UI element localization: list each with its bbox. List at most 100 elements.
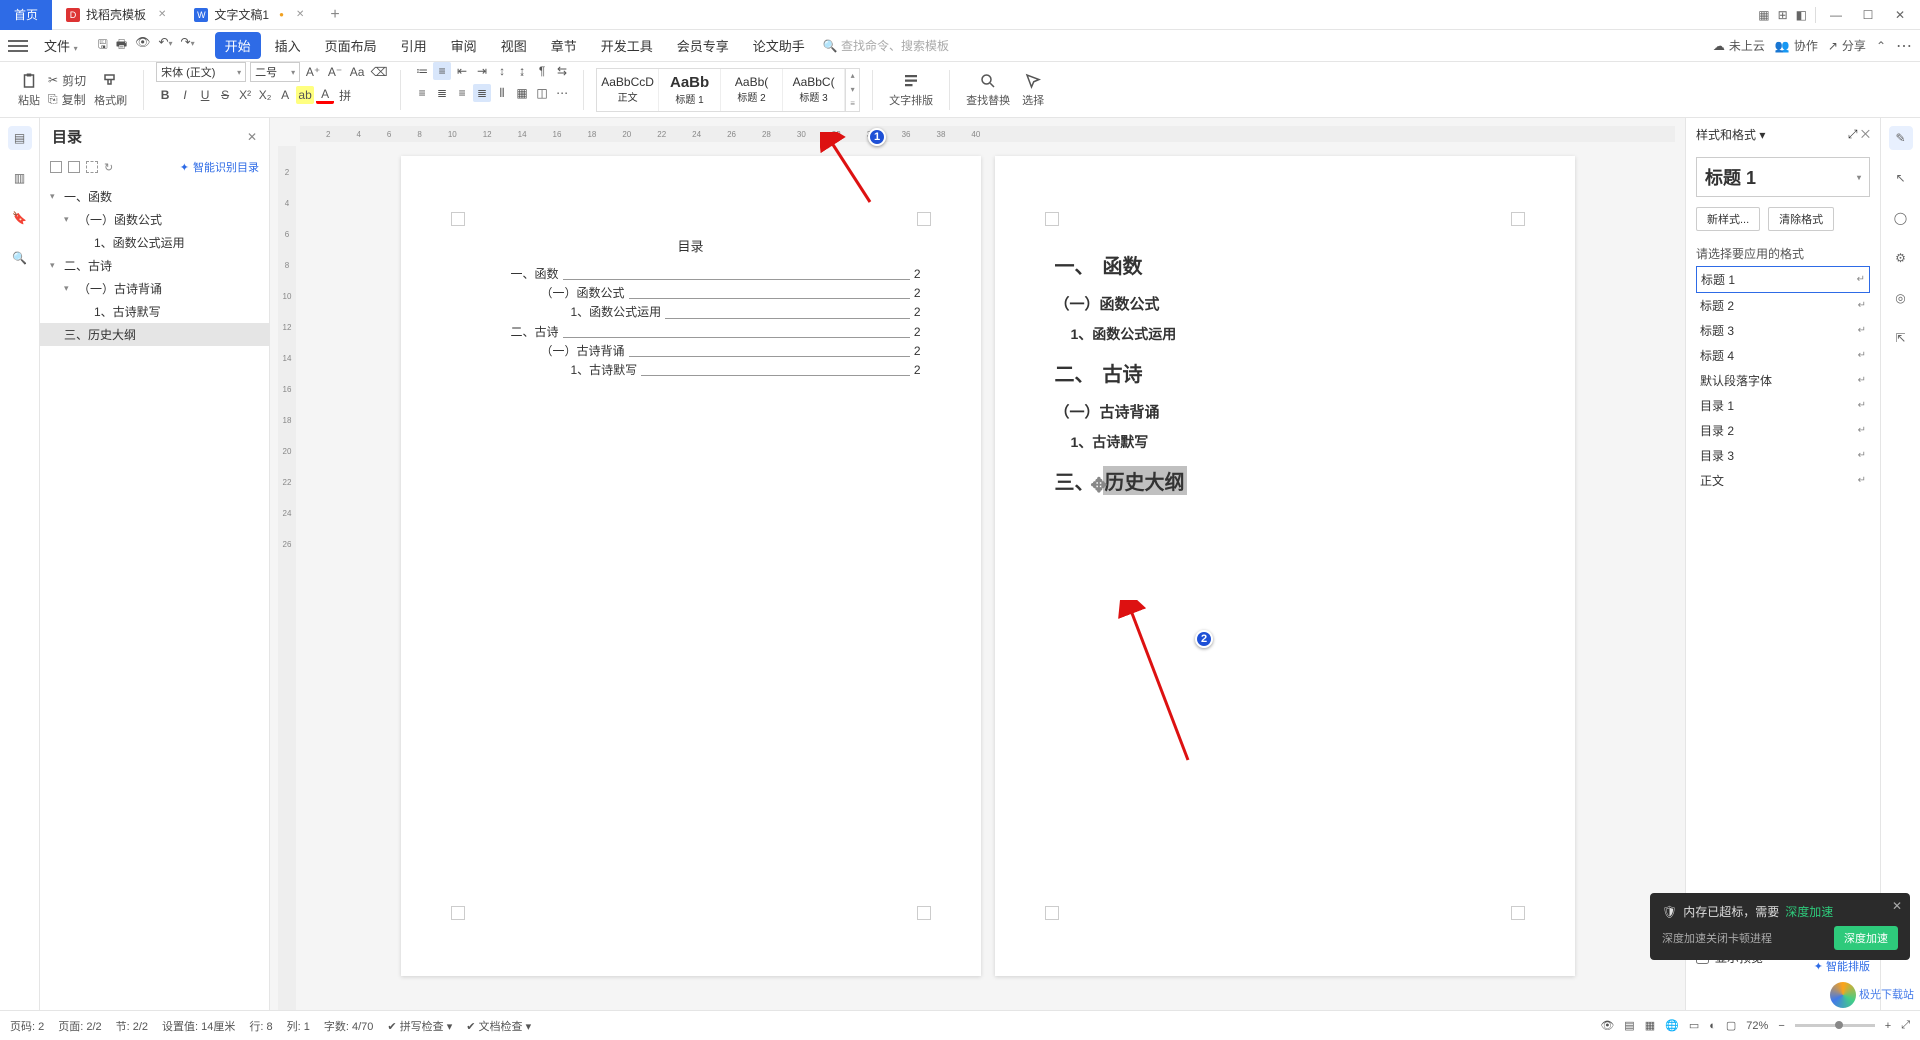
column[interactable]: 列: 1 [287, 1018, 310, 1034]
format-painter-button[interactable]: 格式刷 [90, 72, 131, 108]
style-heading1[interactable]: AaBb标题 1 [659, 69, 721, 111]
zoom-minus[interactable]: − [1778, 1020, 1784, 1032]
paragraph-handle-icon[interactable]: ✥ [1091, 473, 1107, 489]
font-size-select[interactable]: 二号▾ [250, 62, 300, 82]
refresh-icon[interactable]: ↻ [104, 161, 113, 174]
copy-button[interactable]: ⎘ 复制 [48, 91, 86, 108]
clear-format-button[interactable]: 清除格式 [1768, 207, 1834, 231]
preview-icon[interactable]: 👁 [135, 35, 150, 56]
hamburger-icon[interactable] [8, 40, 28, 52]
settings-icon[interactable]: ⚙ [1889, 246, 1913, 270]
more-icon[interactable]: ⋯ [1896, 36, 1912, 56]
new-style-button[interactable]: 新样式... [1696, 207, 1760, 231]
selected-text[interactable]: 历史大纲 [1103, 466, 1187, 495]
close-button[interactable]: ✕ [1888, 3, 1912, 27]
level-up-icon[interactable] [86, 161, 98, 173]
outline-item[interactable]: 1、函数公式运用 [40, 231, 269, 254]
style-list-item[interactable]: 标题 4↵ [1696, 343, 1870, 368]
distribute-button[interactable]: ⫴ [493, 84, 511, 102]
paste-button[interactable]: 粘贴 [14, 72, 44, 108]
close-icon[interactable]: ✕ [158, 9, 166, 20]
popout-icon[interactable]: ⤢ [1848, 127, 1858, 141]
show-marks-button[interactable]: ¶ [533, 62, 551, 80]
maximize-button[interactable]: ☐ [1856, 3, 1880, 27]
minimize-button[interactable]: — [1824, 3, 1848, 27]
close-icon[interactable]: ✕ [1892, 899, 1902, 913]
file-menu[interactable]: 文件 ▾ [36, 36, 86, 55]
section[interactable]: 节: 2/2 [116, 1018, 148, 1034]
bookmark-icon[interactable]: 🔖 [8, 206, 32, 230]
para-settings-button[interactable]: ⋯ [553, 84, 571, 102]
font-name-select[interactable]: 宋体 (正文)▾ [156, 62, 246, 82]
change-case-icon[interactable]: Aa [348, 63, 366, 81]
font-color-button[interactable]: A [316, 86, 334, 104]
superscript-button[interactable]: X² [236, 86, 254, 104]
indent-left-button[interactable]: ⇤ [453, 62, 471, 80]
select-button[interactable]: 选择 [1018, 72, 1048, 108]
sort-button[interactable]: ↕ [493, 62, 511, 80]
print-icon[interactable]: 🖶 [116, 35, 127, 56]
ribbon-tab-start[interactable]: 开始 [215, 32, 261, 59]
page-count[interactable]: 页面: 2/2 [58, 1018, 101, 1034]
toc-entry[interactable]: 1、古诗默写2 [571, 361, 921, 380]
close-icon[interactable]: ✕ [296, 9, 304, 20]
accelerate-button[interactable]: 深度加速 [1834, 926, 1898, 950]
ribbon-tab-dev[interactable]: 开发工具 [591, 32, 663, 59]
ribbon-tab-vip[interactable]: 会员专享 [667, 32, 739, 59]
command-search[interactable]: 🔍 查找命令、搜索模板 [817, 35, 955, 56]
page-1[interactable]: 目录 一、函数2（一）函数公式21、函数公式运用2二、古诗2（一）古诗背诵21、… [401, 156, 981, 976]
share-button[interactable]: ↗ 分享 [1828, 37, 1866, 54]
thumbnail-icon[interactable]: ▥ [8, 166, 32, 190]
page-2[interactable]: 一、函数 （一）函数公式 1、函数公式运用 二、古诗 （一）古诗背诵 1、古诗默… [995, 156, 1575, 976]
word-count[interactable]: 字数: 4/70 [324, 1018, 374, 1034]
cloud-status[interactable]: ☁ 未上云 [1713, 37, 1765, 54]
align-center-button[interactable]: ≣ [433, 84, 451, 102]
style-list-item[interactable]: 目录 2↵ [1696, 418, 1870, 443]
highlight-button[interactable]: ab [296, 86, 314, 104]
collapse-ribbon-icon[interactable]: ⌃ [1876, 39, 1886, 53]
align-justify-button[interactable]: ≣ [473, 84, 491, 102]
view-outline-icon[interactable]: 🌐 [1665, 1019, 1679, 1032]
close-icon[interactable]: ✕ [247, 130, 257, 144]
close-icon[interactable]: ✕ [1861, 127, 1870, 141]
zoom-level[interactable]: 72% [1746, 1020, 1768, 1032]
view-web-icon[interactable]: ▦ [1645, 1019, 1655, 1032]
tab-document[interactable]: W 文字文稿1 ● ✕ [180, 0, 318, 30]
style-heading2[interactable]: AaBb(标题 2 [721, 69, 783, 111]
underline-button[interactable]: U [196, 86, 214, 104]
ribbon-tab-pagelayout[interactable]: 页面布局 [315, 32, 387, 59]
doc-check[interactable]: ✔ 文档检查 ▾ [466, 1018, 531, 1034]
style-list-item[interactable]: 标题 3↵ [1696, 318, 1870, 343]
style-list-item[interactable]: 目录 3↵ [1696, 443, 1870, 468]
indent-right-button[interactable]: ⇥ [473, 62, 491, 80]
shading-button[interactable]: ◫ [533, 84, 551, 102]
undo-icon[interactable]: ↶▾ [158, 35, 172, 56]
toc-entry[interactable]: 一、函数2 [511, 265, 921, 284]
tab-home[interactable]: 首页 [0, 0, 52, 30]
cut-button[interactable]: ✂ 剪切 [48, 72, 86, 89]
view-read-icon[interactable]: ▭ [1689, 1019, 1699, 1032]
smart-layout-button[interactable]: ✦ 智能排版 [1814, 958, 1870, 974]
position[interactable]: 设置值: 14厘米 [162, 1018, 235, 1034]
outline-item[interactable]: ▾（一）古诗背诵 [40, 277, 269, 300]
align-right-button[interactable]: ≡ [453, 84, 471, 102]
zoom-plus[interactable]: + [1885, 1020, 1891, 1032]
spell-check[interactable]: ✔ 拼写检查 ▾ [387, 1018, 452, 1034]
style-list-item[interactable]: 目录 1↵ [1696, 393, 1870, 418]
eye-icon[interactable]: 👁 [1600, 1019, 1614, 1032]
fullscreen-icon[interactable]: ⤢ [1901, 1019, 1910, 1032]
collapse-all-icon[interactable] [68, 161, 80, 173]
location-icon[interactable]: ◎ [1889, 286, 1913, 310]
clear-format-icon[interactable]: ⌫ [370, 63, 388, 81]
borders-button[interactable]: ▦ [513, 84, 531, 102]
ribbon-tab-section[interactable]: 章节 [541, 32, 587, 59]
style-gallery-scroll[interactable]: ▴▾≡ [845, 69, 859, 111]
zoom-slider[interactable] [1795, 1024, 1875, 1027]
grid-icon[interactable]: ▦ [1758, 8, 1769, 22]
search-icon[interactable]: 🔍 [8, 246, 32, 270]
toc-entry[interactable]: （一）古诗背诵2 [541, 342, 921, 361]
style-list-item[interactable]: 正文↵ [1696, 468, 1870, 493]
italic-button[interactable]: I [176, 86, 194, 104]
outline-icon[interactable]: ▤ [8, 126, 32, 150]
grow-font-icon[interactable]: A⁺ [304, 63, 322, 81]
